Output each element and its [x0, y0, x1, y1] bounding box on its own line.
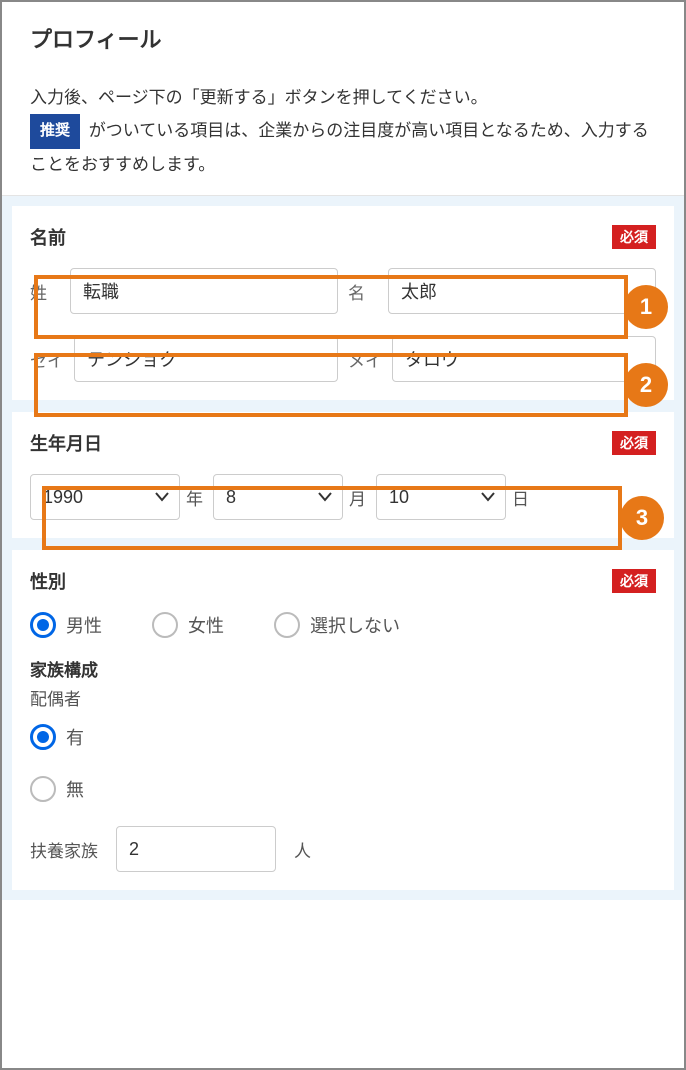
radio-spouse-no-label: 無 — [66, 776, 84, 802]
day-select[interactable]: 10 — [376, 474, 506, 520]
mei-input[interactable] — [388, 268, 656, 314]
radio-gender-male-label: 男性 — [66, 612, 102, 638]
sei-label: 姓 — [30, 279, 60, 304]
sei-input[interactable] — [70, 268, 338, 314]
dependents-input[interactable] — [116, 826, 276, 872]
radio-gender-male[interactable] — [30, 612, 56, 638]
section-title-family: 家族構成 — [30, 656, 656, 681]
radio-spouse-no[interactable] — [30, 776, 56, 802]
badge-required-birth: 必須 — [612, 431, 656, 455]
section-title-gender: 性別 — [30, 568, 66, 594]
mei-kana-label: メイ — [348, 347, 382, 372]
day-label: 日 — [512, 485, 529, 510]
year-select[interactable]: 1990 — [30, 474, 180, 520]
profile-form-frame: プロフィール 入力後、ページ下の「更新する」ボタンを押してください。 推奨 がつ… — [0, 0, 686, 1070]
dependents-label: 扶養家族 — [30, 837, 98, 862]
dependents-unit: 人 — [294, 837, 311, 862]
radio-gender-female-label: 女性 — [188, 612, 224, 638]
radio-gender-none[interactable] — [274, 612, 300, 638]
year-label: 年 — [186, 485, 203, 510]
section-title-name: 名前 — [30, 224, 66, 250]
birth-section: 生年月日 必須 1990 年 8 月 10 日 — [12, 412, 674, 538]
gender-section: 性別 必須 男性 女性 選択しない 家族構成 配偶者 — [12, 550, 674, 890]
radio-spouse-yes-label: 有 — [66, 724, 84, 750]
callout-1: 1 — [624, 285, 668, 329]
name-section: 名前 必須 姓 名 セイ メイ — [12, 206, 674, 400]
section-title-birth: 生年月日 — [30, 430, 102, 456]
callout-3: 3 — [620, 496, 664, 540]
mei-label: 名 — [348, 279, 378, 304]
badge-required-gender: 必須 — [612, 569, 656, 593]
instructions: 入力後、ページ下の「更新する」ボタンを押してください。 推奨 がついている項目は… — [30, 82, 656, 181]
radio-gender-female[interactable] — [152, 612, 178, 638]
radio-gender-none-label: 選択しない — [310, 612, 400, 638]
instruction-line-2: 推奨 がついている項目は、企業からの注目度が高い項目となるため、入力することをお… — [30, 114, 656, 181]
radio-spouse-yes[interactable] — [30, 724, 56, 750]
spouse-label: 配偶者 — [30, 685, 656, 710]
mei-kana-input[interactable] — [392, 336, 656, 382]
badge-recommended: 推奨 — [30, 114, 80, 149]
instruction-line-1: 入力後、ページ下の「更新する」ボタンを押してください。 — [30, 82, 656, 114]
month-label: 月 — [349, 485, 366, 510]
badge-required-name: 必須 — [612, 225, 656, 249]
callout-2: 2 — [624, 363, 668, 407]
instruction-line-2-text: がついている項目は、企業からの注目度が高い項目となるため、入力することをおすすめ… — [30, 121, 649, 174]
sei-kana-input[interactable] — [74, 336, 338, 382]
month-select[interactable]: 8 — [213, 474, 343, 520]
sei-kana-label: セイ — [30, 347, 64, 372]
page-title: プロフィール — [30, 22, 656, 54]
